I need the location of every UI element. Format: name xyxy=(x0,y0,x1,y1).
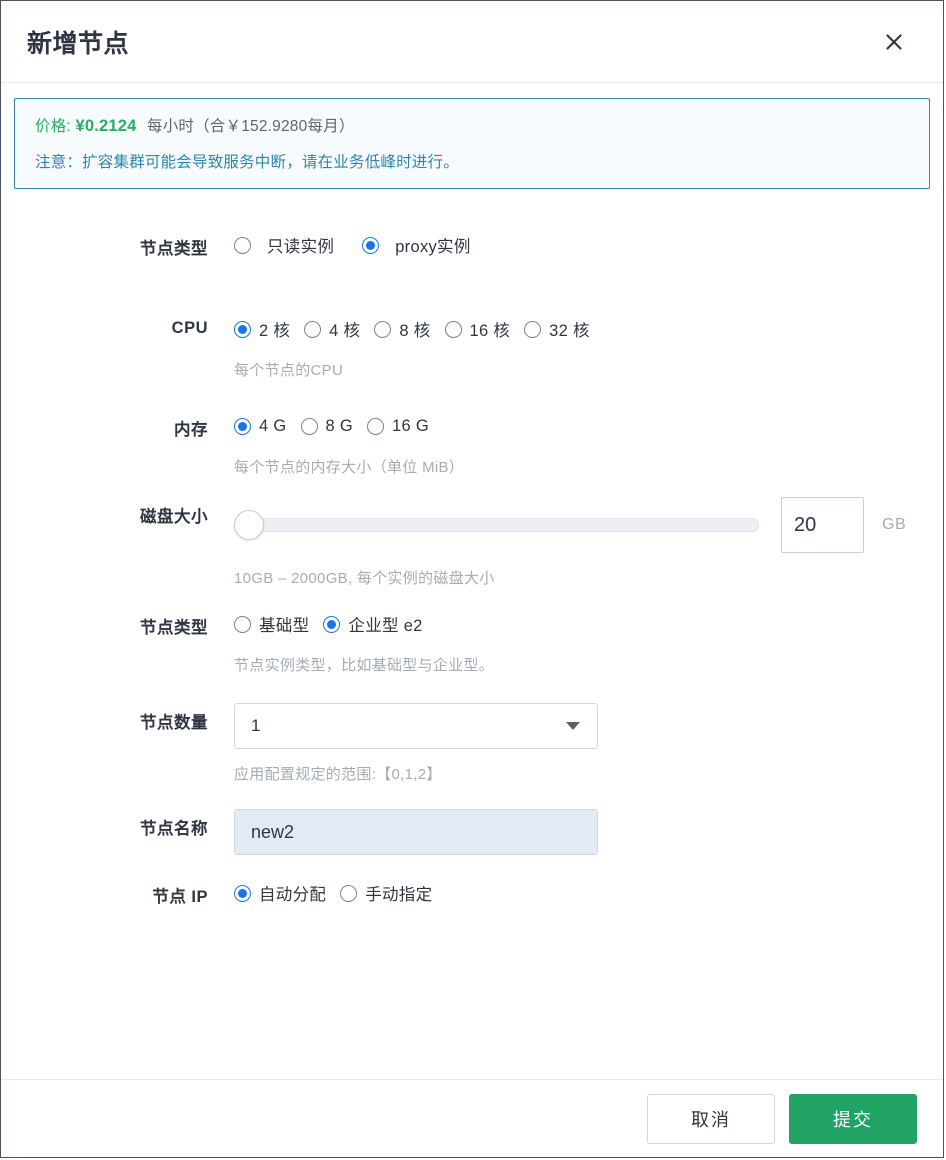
radio-cpu-16[interactable]: 16 核 xyxy=(444,317,511,341)
label-node-count: 节点数量 xyxy=(140,714,208,732)
radio-icon xyxy=(524,320,542,338)
radio-label: 只读实例 xyxy=(267,238,335,256)
radio-label: 16 核 xyxy=(469,322,511,340)
radio-group-node-type: 基础型 企业型 e2 xyxy=(234,608,943,640)
slider-track xyxy=(240,518,759,532)
close-icon[interactable] xyxy=(877,25,911,59)
disk-size-slider-row: GB xyxy=(234,497,943,553)
radio-icon xyxy=(367,417,384,435)
radio-icon-selected xyxy=(234,417,251,435)
hint-memory: 每个节点的内存大小（单位 MiB） xyxy=(234,459,465,476)
disk-size-input[interactable] xyxy=(781,497,864,553)
label-node-type: 节点类型 xyxy=(140,619,208,637)
disk-size-unit: GB xyxy=(882,516,907,533)
radio-label: 16 G xyxy=(392,416,429,435)
radio-icon xyxy=(374,320,392,338)
radio-icon-selected xyxy=(234,884,251,902)
radio-cpu-8[interactable]: 8 核 xyxy=(374,317,430,341)
node-count-select[interactable]: 1 xyxy=(234,703,598,749)
node-form: 节点类型 只读实例 proxy实例 CPU 2 核 4 核 8 核 16 核 3… xyxy=(1,189,943,909)
field-instance-type: 节点类型 只读实例 proxy实例 xyxy=(1,229,943,261)
field-disk-size: 磁盘大小 GB 10GB – 2000GB, 每个实例的磁盘大小 xyxy=(1,497,943,588)
dialog-footer: 取消 提交 xyxy=(1,1079,943,1157)
dialog-header: 新增节点 xyxy=(1,1,943,83)
radio-icon xyxy=(340,884,358,902)
warning-text: 注意：扩容集群可能会导致服务中断，请在业务低峰时进行。 xyxy=(35,154,459,171)
radio-label: 4 G xyxy=(259,416,287,435)
hint-disk-size: 10GB – 2000GB, 每个实例的磁盘大小 xyxy=(234,570,495,587)
radio-label: 企业型 e2 xyxy=(348,617,423,635)
radio-label: 自动分配 xyxy=(259,886,327,904)
radio-icon-selected xyxy=(234,320,251,338)
radio-label: 基础型 xyxy=(259,617,310,635)
node-name-input[interactable] xyxy=(234,809,598,855)
radio-label: 4 核 xyxy=(329,322,361,340)
radio-cpu-4[interactable]: 4 核 xyxy=(304,317,360,341)
radio-label: 2 核 xyxy=(259,322,291,340)
radio-icon xyxy=(234,615,251,633)
radio-cpu-32[interactable]: 32 核 xyxy=(524,317,590,341)
radio-group-node-ip: 自动分配 手动指定 xyxy=(234,877,943,909)
label-memory: 内存 xyxy=(174,421,208,439)
add-node-dialog: 新增节点 价格: ¥0.2124 每小时（合￥152.9280每月） 注意：扩容… xyxy=(0,0,944,1158)
radio-icon xyxy=(444,320,462,338)
field-node-count: 节点数量 1 应用配置规定的范围:【0,1,2】 xyxy=(1,703,943,784)
hint-node-count: 应用配置规定的范围:【0,1,2】 xyxy=(234,766,442,783)
radio-node-type-enterprise[interactable]: 企业型 e2 xyxy=(323,612,422,636)
price-amount: ¥0.2124 xyxy=(75,117,137,135)
radio-icon xyxy=(234,236,251,254)
radio-group-instance-type: 只读实例 proxy实例 xyxy=(234,229,943,261)
label-instance-type: 节点类型 xyxy=(140,240,208,258)
radio-icon-selected xyxy=(323,615,341,633)
radio-memory-16g[interactable]: 16 G xyxy=(367,417,429,436)
cancel-button[interactable]: 取消 xyxy=(647,1093,775,1144)
radio-memory-4g[interactable]: 4 G xyxy=(234,417,287,436)
radio-label: 32 核 xyxy=(549,322,590,340)
radio-group-cpu: 2 核 4 核 8 核 16 核 32 核 xyxy=(234,313,943,345)
disk-size-slider[interactable] xyxy=(234,509,759,541)
node-count-select-wrap: 1 xyxy=(234,703,598,749)
radio-label: 8 G xyxy=(325,416,353,435)
radio-cpu-2[interactable]: 2 核 xyxy=(234,317,290,341)
notice-wrapper: 价格: ¥0.2124 每小时（合￥152.9280每月） 注意：扩容集群可能会… xyxy=(1,83,943,189)
field-node-name: 节点名称 xyxy=(1,809,943,855)
radio-node-ip-manual[interactable]: 手动指定 xyxy=(340,881,432,905)
price-notice-box: 价格: ¥0.2124 每小时（合￥152.9280每月） 注意：扩容集群可能会… xyxy=(14,98,930,189)
price-line: 价格: ¥0.2124 每小时（合￥152.9280每月） xyxy=(35,114,909,136)
radio-icon-selected xyxy=(362,236,380,254)
label-node-ip: 节点 IP xyxy=(152,888,208,906)
field-cpu: CPU 2 核 4 核 8 核 16 核 32 核 每个节点的CPU xyxy=(1,313,943,380)
radio-memory-8g[interactable]: 8 G xyxy=(300,416,354,436)
radio-label: 8 核 xyxy=(399,322,431,340)
radio-node-ip-auto[interactable]: 自动分配 xyxy=(234,881,326,905)
field-node-type: 节点类型 基础型 企业型 e2 节点实例类型，比如基础型与企业型。 xyxy=(1,608,943,675)
radio-node-type-basic[interactable]: 基础型 xyxy=(234,612,309,636)
radio-instance-type-readonly[interactable]: 只读实例 xyxy=(234,233,334,257)
hint-cpu: 每个节点的CPU xyxy=(234,362,344,379)
price-label: 价格: xyxy=(35,118,71,135)
hint-node-type: 节点实例类型，比如基础型与企业型。 xyxy=(234,657,495,674)
label-cpu: CPU xyxy=(171,319,208,337)
radio-instance-type-proxy[interactable]: proxy实例 xyxy=(362,233,470,257)
field-memory: 内存 4 G 8 G 16 G 每个节点的内存大小（单位 MiB） xyxy=(1,410,943,477)
label-node-name: 节点名称 xyxy=(140,820,208,838)
radio-group-memory: 4 G 8 G 16 G xyxy=(234,410,943,442)
radio-icon xyxy=(304,320,322,338)
submit-button[interactable]: 提交 xyxy=(789,1093,917,1144)
radio-label: 手动指定 xyxy=(365,886,433,904)
slider-thumb[interactable] xyxy=(234,510,264,540)
radio-label: proxy实例 xyxy=(395,238,471,256)
price-period: 每小时（合￥152.9280每月） xyxy=(147,118,355,135)
field-node-ip: 节点 IP 自动分配 手动指定 xyxy=(1,877,943,909)
label-disk-size: 磁盘大小 xyxy=(140,508,208,526)
page-title: 新增节点 xyxy=(27,29,130,58)
node-count-value: 1 xyxy=(251,716,261,735)
radio-icon xyxy=(300,417,318,435)
